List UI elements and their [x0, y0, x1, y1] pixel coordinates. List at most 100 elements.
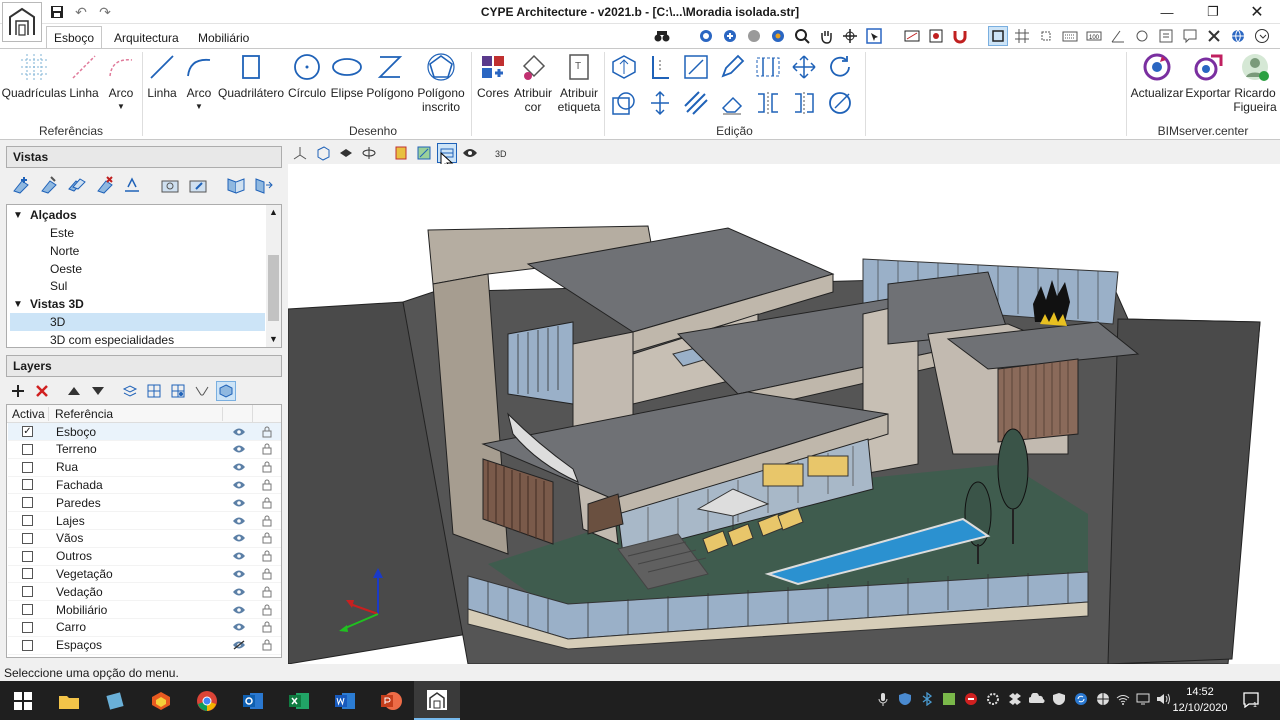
tab-arquitectura[interactable]: Arquitectura: [114, 28, 179, 48]
zoom-previous-icon[interactable]: [744, 26, 764, 46]
orbit-icon[interactable]: [359, 143, 379, 163]
export-view-icon[interactable]: [224, 175, 248, 195]
zoom-window-icon[interactable]: [696, 26, 716, 46]
keyboard-icon[interactable]: [1060, 26, 1080, 46]
align-icon[interactable]: [790, 89, 818, 117]
close-button[interactable]: ✕: [1234, 0, 1280, 24]
scroll-up-icon[interactable]: ▲: [266, 205, 281, 220]
lock-icon[interactable]: [254, 639, 280, 651]
vertical-move-icon[interactable]: [646, 89, 674, 117]
sketchup-icon[interactable]: [138, 681, 184, 720]
linha-button[interactable]: Linha: [144, 52, 180, 100]
layer-active-checkbox[interactable]: [22, 515, 33, 526]
elipse-button[interactable]: Elipse: [330, 52, 364, 100]
section-icon[interactable]: [391, 143, 411, 163]
sync-icon[interactable]: [1072, 690, 1090, 708]
scale-icon[interactable]: [826, 89, 854, 117]
display-icon[interactable]: [1134, 690, 1152, 708]
outlook-icon[interactable]: [230, 681, 276, 720]
move-up-icon[interactable]: [64, 381, 84, 401]
layer-row[interactable]: Terreno: [8, 441, 281, 459]
notes-app-icon[interactable]: [92, 681, 138, 720]
dimension-icon[interactable]: 100: [1084, 26, 1104, 46]
layer-row[interactable]: Espaços: [8, 637, 281, 655]
chrome-icon[interactable]: [184, 681, 230, 720]
poligono-inscrito-button[interactable]: Polígono inscrito: [416, 52, 466, 114]
layer-row[interactable]: Mobiliário: [8, 601, 281, 619]
ortho-icon[interactable]: [988, 26, 1008, 46]
onedrive-icon[interactable]: [1028, 690, 1046, 708]
array-icon[interactable]: [682, 89, 710, 117]
magnet-icon[interactable]: [950, 26, 970, 46]
properties-icon[interactable]: [1156, 26, 1176, 46]
move-icon[interactable]: [790, 53, 818, 81]
cype-architecture-taskbar-icon[interactable]: [414, 681, 460, 720]
mirror-icon[interactable]: [754, 89, 782, 117]
tools-icon[interactable]: [1204, 26, 1224, 46]
eye-icon[interactable]: [224, 427, 254, 437]
tree-item-3d-especialidades[interactable]: 3D com especialidades: [10, 331, 265, 349]
tree-item-oeste[interactable]: Oeste: [10, 260, 265, 278]
tree-item-norte[interactable]: Norte: [10, 242, 265, 260]
dropbox-icon[interactable]: [1006, 690, 1024, 708]
clip-icon[interactable]: [414, 143, 434, 163]
cube-view-icon[interactable]: [313, 143, 333, 163]
split-icon[interactable]: [754, 53, 782, 81]
ref-arco-button[interactable]: Arco ▼: [104, 52, 138, 114]
eye-icon[interactable]: [224, 622, 254, 632]
layer-active-checkbox[interactable]: [22, 461, 33, 473]
lock-icon[interactable]: [254, 426, 280, 438]
restore-button[interactable]: ❐: [1190, 0, 1236, 24]
zoom-all-icon[interactable]: [720, 26, 740, 46]
tree-group-alcados[interactable]: ▼ Alçados: [10, 206, 265, 224]
add-layer-icon[interactable]: [8, 381, 28, 401]
layer-row[interactable]: Outros: [8, 548, 281, 566]
eye-icon[interactable]: [224, 587, 254, 597]
scroll-down-icon[interactable]: ▼: [266, 332, 281, 347]
layer-row[interactable]: Carro: [8, 619, 281, 637]
powerpoint-icon[interactable]: [368, 681, 414, 720]
microphone-icon[interactable]: [874, 690, 892, 708]
new-view-icon[interactable]: [8, 175, 32, 195]
user-account-button[interactable]: Ricardo Figueira: [1232, 52, 1278, 114]
visibility-icon[interactable]: [460, 143, 480, 163]
minimize-button[interactable]: —: [1144, 0, 1190, 24]
eye-icon[interactable]: [224, 480, 254, 490]
edit-pen-icon[interactable]: [718, 53, 746, 81]
lock-icon[interactable]: [254, 586, 280, 598]
notifications-icon[interactable]: 1: [1240, 689, 1262, 711]
layer-row[interactable]: Vãos: [8, 530, 281, 548]
delete-layer-icon[interactable]: [32, 381, 52, 401]
arco-button[interactable]: Arco ▼: [182, 52, 216, 114]
layer-row[interactable]: Vegetação: [8, 565, 281, 584]
stretch-icon[interactable]: [682, 53, 710, 81]
stop-icon[interactable]: [962, 690, 980, 708]
file-explorer-icon[interactable]: [46, 681, 92, 720]
app-logo-icon[interactable]: [2, 2, 42, 42]
system-clock[interactable]: 14:52 12/10/2020: [1170, 684, 1230, 718]
axes-icon[interactable]: [290, 143, 310, 163]
layer-grid-alt-icon[interactable]: [168, 381, 188, 401]
eye-icon[interactable]: [224, 462, 254, 472]
excel-icon[interactable]: [276, 681, 322, 720]
layer-active-checkbox[interactable]: [22, 604, 33, 615]
eye-icon[interactable]: [224, 498, 254, 508]
select-view-icon[interactable]: [864, 26, 884, 46]
eraser-icon[interactable]: [718, 89, 746, 117]
bluetooth-icon[interactable]: [918, 690, 936, 708]
eye-icon[interactable]: [224, 569, 254, 579]
edit-view-icon[interactable]: [36, 175, 60, 195]
layer-row[interactable]: Paredes: [8, 494, 281, 513]
grid-snap-icon[interactable]: [926, 26, 946, 46]
layer-filter-icon[interactable]: [192, 381, 212, 401]
layer-active-checkbox[interactable]: [22, 568, 33, 580]
render-icon[interactable]: [336, 143, 356, 163]
settings-tray-icon[interactable]: [984, 690, 1002, 708]
rotate-icon[interactable]: [826, 53, 854, 81]
layer-row[interactable]: Fachada: [8, 476, 281, 495]
measure-icon[interactable]: [902, 26, 922, 46]
layer-active-checkbox[interactable]: [22, 497, 33, 509]
fan-icon[interactable]: [1094, 690, 1112, 708]
col-activa-header[interactable]: Activa: [7, 406, 49, 421]
tree-item-este[interactable]: Este: [10, 224, 265, 242]
